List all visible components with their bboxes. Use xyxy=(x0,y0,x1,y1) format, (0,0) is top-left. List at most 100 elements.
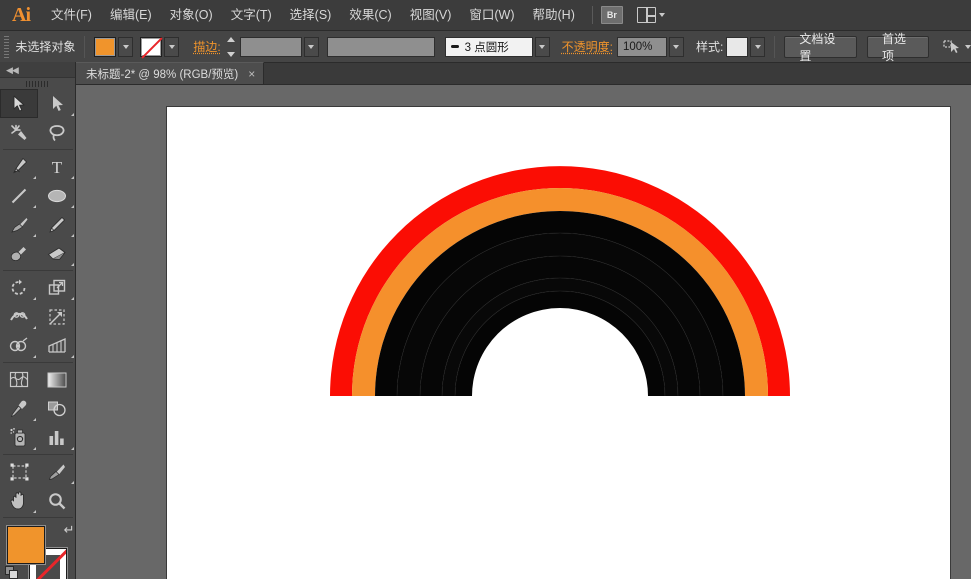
menu-file[interactable]: 文件(F) xyxy=(42,0,101,31)
stroke-weight-input[interactable] xyxy=(240,37,302,57)
magic-wand-tool[interactable] xyxy=(0,118,38,147)
chevron-down-icon xyxy=(308,45,314,49)
stepper-up-icon[interactable] xyxy=(227,37,235,42)
default-fill-stroke-icon[interactable] xyxy=(5,566,19,579)
line-segment-tool[interactable] xyxy=(0,181,38,210)
gradient-tool[interactable] xyxy=(38,365,76,394)
swap-fill-stroke-icon[interactable]: ↵ xyxy=(64,522,75,538)
brush-definition-value[interactable]: 3 点圆形 xyxy=(445,37,533,57)
menu-help[interactable]: 帮助(H) xyxy=(524,0,584,31)
menu-select[interactable]: 选择(S) xyxy=(281,0,341,31)
hand-tool[interactable] xyxy=(0,486,38,515)
stroke-weight-dropdown[interactable] xyxy=(304,37,319,57)
fill-dropdown-button[interactable] xyxy=(118,37,133,57)
mesh-tool[interactable] xyxy=(0,365,38,394)
type-tool[interactable]: T xyxy=(38,152,76,181)
artboard-tool[interactable] xyxy=(0,457,38,486)
brush-definition-control[interactable]: 3 点圆形 xyxy=(445,37,550,57)
select-similar-button[interactable] xyxy=(943,39,971,54)
scale-tool[interactable] xyxy=(38,273,76,302)
rainbow-artwork[interactable] xyxy=(167,107,950,579)
canvas-area[interactable] xyxy=(76,85,971,579)
stroke-color-control[interactable] xyxy=(140,37,179,57)
eraser-tool[interactable] xyxy=(38,239,76,268)
rotate-tool[interactable] xyxy=(0,273,38,302)
opacity-input[interactable]: 100% xyxy=(617,37,667,57)
shape-builder-tool[interactable] xyxy=(0,331,38,360)
stroke-profile-select[interactable] xyxy=(327,37,435,57)
menu-type[interactable]: 文字(T) xyxy=(222,0,281,31)
document-tab-title: 未标题-2* @ 98% (RGB/预览) xyxy=(86,66,238,82)
column-graph-tool[interactable] xyxy=(38,423,76,452)
flyout-triangle-icon xyxy=(33,205,36,208)
opacity-label[interactable]: 不透明度: xyxy=(562,38,613,55)
arrange-documents-button[interactable] xyxy=(637,7,665,23)
artboard[interactable] xyxy=(167,107,950,579)
gradient-icon xyxy=(47,372,67,388)
paintbrush-tool[interactable] xyxy=(0,210,38,239)
stroke-weight-control[interactable] xyxy=(227,37,319,57)
close-icon[interactable]: × xyxy=(248,68,255,80)
perspective-grid-icon xyxy=(48,337,66,355)
stroke-dropdown-button[interactable] xyxy=(164,37,179,57)
free-transform-tool[interactable] xyxy=(38,302,76,331)
blend-tool[interactable] xyxy=(38,394,76,423)
divider xyxy=(774,36,775,58)
eyedropper-tool[interactable] xyxy=(0,394,38,423)
menu-object[interactable]: 对象(O) xyxy=(161,0,222,31)
preferences-button[interactable]: 首选项 xyxy=(867,36,929,58)
flyout-triangle-icon xyxy=(71,176,74,179)
graphic-style-control[interactable] xyxy=(726,37,765,57)
flyout-triangle-icon xyxy=(33,355,36,358)
fill-color-control[interactable] xyxy=(94,37,133,57)
width-tool[interactable] xyxy=(0,302,38,331)
document-tab[interactable]: 未标题-2* @ 98% (RGB/预览) × xyxy=(76,62,264,84)
shape-builder-icon xyxy=(9,337,29,355)
flyout-triangle-icon xyxy=(71,447,74,450)
stroke-weight-label[interactable]: 描边: xyxy=(193,38,220,55)
divider xyxy=(84,36,85,58)
bridge-icon[interactable]: Br xyxy=(601,6,623,24)
slice-tool[interactable] xyxy=(38,457,76,486)
stepper-down-icon[interactable] xyxy=(227,52,235,57)
opacity-control[interactable]: 100% xyxy=(617,37,684,57)
graphic-style-swatch[interactable] xyxy=(726,37,748,57)
tools-panel-grip[interactable] xyxy=(0,78,75,89)
chevron-down-icon xyxy=(123,45,129,49)
pencil-icon xyxy=(48,216,66,234)
menu-window[interactable]: 窗口(W) xyxy=(460,0,523,31)
selection-arrow-icon xyxy=(12,95,27,112)
control-bar-grip[interactable] xyxy=(4,36,9,58)
graphic-style-dropdown[interactable] xyxy=(750,37,765,57)
rotate-icon xyxy=(10,279,28,297)
toolbar-fill-swatch[interactable] xyxy=(7,526,45,564)
tool-divider xyxy=(3,149,73,150)
pen-tool[interactable] xyxy=(0,152,38,181)
tools-panel-header[interactable]: ◀◀ xyxy=(0,63,75,78)
menu-edit[interactable]: 编辑(E) xyxy=(101,0,161,31)
menu-view[interactable]: 视图(V) xyxy=(401,0,461,31)
lasso-tool[interactable] xyxy=(38,118,76,147)
direct-selection-tool[interactable] xyxy=(38,89,76,118)
flyout-triangle-icon xyxy=(33,176,36,179)
selection-tool[interactable] xyxy=(0,89,38,118)
ellipse-tool[interactable] xyxy=(38,181,76,210)
document-setup-button[interactable]: 文档设置 xyxy=(784,36,857,58)
artboard-icon xyxy=(10,463,29,481)
collapse-panel-icon[interactable]: ◀◀ xyxy=(6,65,18,76)
opacity-dropdown[interactable] xyxy=(669,37,684,57)
stroke-weight-stepper[interactable] xyxy=(227,37,238,57)
menu-effect[interactable]: 效果(C) xyxy=(340,0,400,31)
hand-icon xyxy=(10,491,28,510)
zoom-tool[interactable] xyxy=(38,486,76,515)
arrange-documents-icon xyxy=(637,7,656,23)
symbol-sprayer-tool[interactable] xyxy=(0,423,38,452)
fill-swatch[interactable] xyxy=(94,37,116,57)
flyout-triangle-icon xyxy=(71,205,74,208)
ellipse-icon xyxy=(47,188,67,204)
brush-definition-dropdown[interactable] xyxy=(535,37,550,57)
blob-brush-tool[interactable] xyxy=(0,239,38,268)
pencil-tool[interactable] xyxy=(38,210,76,239)
perspective-grid-tool[interactable] xyxy=(38,331,76,360)
stroke-swatch-none[interactable] xyxy=(140,37,162,57)
